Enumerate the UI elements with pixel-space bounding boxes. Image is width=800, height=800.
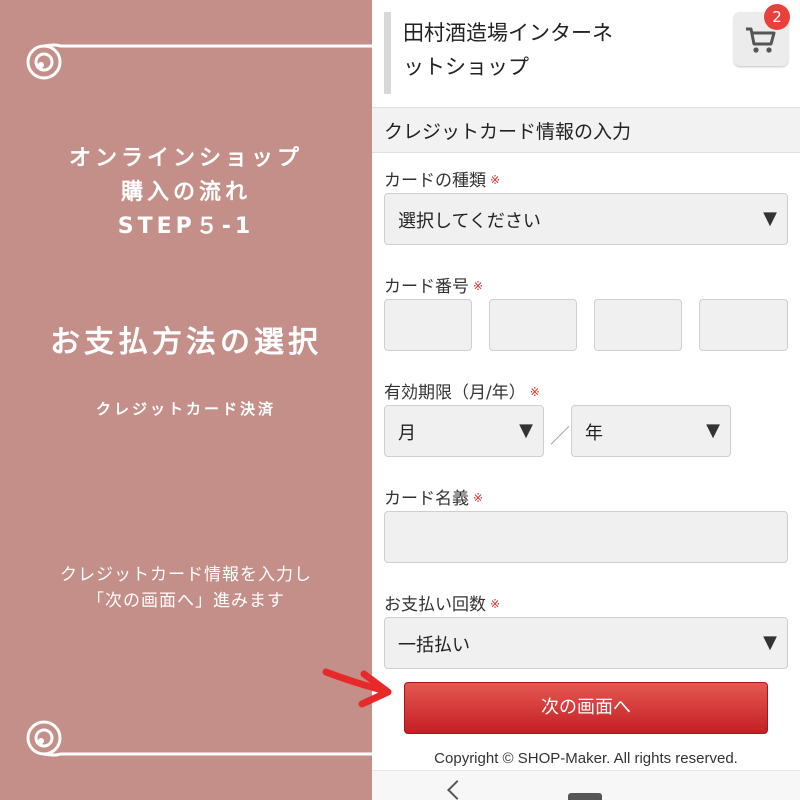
installments-label-text: お支払い回数 [384,595,486,615]
swirl-divider-top-icon [26,43,372,80]
cart-icon [746,27,776,53]
card-type-value: 選択してください [398,211,541,232]
expiry-month-select[interactable]: 月 ▼ [384,405,544,457]
red-pointer-arrow-icon [322,668,392,708]
installments-value: 一括払い [398,635,470,656]
instruction-line-2: 「次の画面へ」進みます [87,591,285,611]
section-header: クレジットカード情報の入力 [372,107,800,153]
copyright-text: Copyright © SHOP-Maker. All rights reser… [434,750,738,767]
card-number-field-1[interactable] [384,299,472,351]
expiry-year-select[interactable]: 年 ▼ [571,405,731,457]
swirl-divider-bottom-icon [26,720,372,757]
payment-method-subtitle: クレジットカード決済 [95,400,276,418]
installments-select[interactable]: 一括払い ▼ [384,617,788,669]
expiry-month-value: 月 [398,423,416,444]
expiry-label: 有効期限（月/年） ※ [384,378,540,403]
section-title: クレジットカード情報の入力 [384,121,632,143]
chevron-down-icon: ▼ [763,208,777,229]
back-icon[interactable] [447,780,467,800]
home-icon[interactable] [568,793,602,800]
card-name-label-text: カード名義 [384,489,469,509]
heading-line-1: オンラインショップ [68,146,303,171]
card-type-select[interactable]: 選択してください ▼ [384,193,788,245]
instruction-line-1: クレジットカード情報を入力し [60,565,312,585]
required-mark: ※ [490,173,501,187]
flow-heading: オンラインショップ 購入の流れ STEP５-1 [0,142,372,244]
phone-screen: 田村酒造場インターネ ットショップ 2 クレジットカード情報の入力 カードの種類… [372,0,800,800]
phone-nav-bar [372,770,800,800]
expiry-year-value: 年 [585,423,603,444]
chevron-down-icon: ▼ [706,420,720,441]
expiry-label-text: 有効期限（月/年） [384,383,526,403]
card-number-label-text: カード番号 [384,277,469,297]
required-mark: ※ [490,597,501,611]
required-mark: ※ [473,491,484,505]
cart-count-badge: 2 [764,4,790,30]
card-type-label-text: カードの種類 [384,171,486,191]
shop-name-accent-bar [384,12,391,94]
heading-line-3: STEP５-1 [117,214,255,239]
left-info-panel: オンラインショップ 購入の流れ STEP５-1 お支払方法の選択 クレジットカー… [0,0,372,800]
card-number-field-3[interactable] [594,299,682,351]
shop-name-line-1: 田村酒造場インターネ [403,21,613,45]
shop-name[interactable]: 田村酒造場インターネ ットショップ [403,16,703,84]
instruction-text: クレジットカード情報を入力し 「次の画面へ」進みます [0,562,372,614]
installments-label: お支払い回数 ※ [384,590,500,615]
payment-method-title: お支払方法の選択 [50,325,322,360]
card-name-label: カード名義 ※ [384,484,483,509]
expiry-separator: ／ [550,424,570,448]
chevron-down-icon: ▼ [519,420,533,441]
card-name-input[interactable] [384,511,788,563]
heading-line-2: 購入の流れ [120,180,251,205]
next-screen-button[interactable]: 次の画面へ [404,682,768,734]
card-number-label: カード番号 ※ [384,272,483,297]
chevron-down-icon: ▼ [763,632,777,653]
required-mark: ※ [473,279,484,293]
required-mark: ※ [529,385,540,399]
card-number-field-2[interactable] [489,299,577,351]
shop-name-line-2: ットショップ [403,55,529,79]
card-number-field-4[interactable] [699,299,788,351]
card-type-label: カードの種類 ※ [384,166,500,191]
